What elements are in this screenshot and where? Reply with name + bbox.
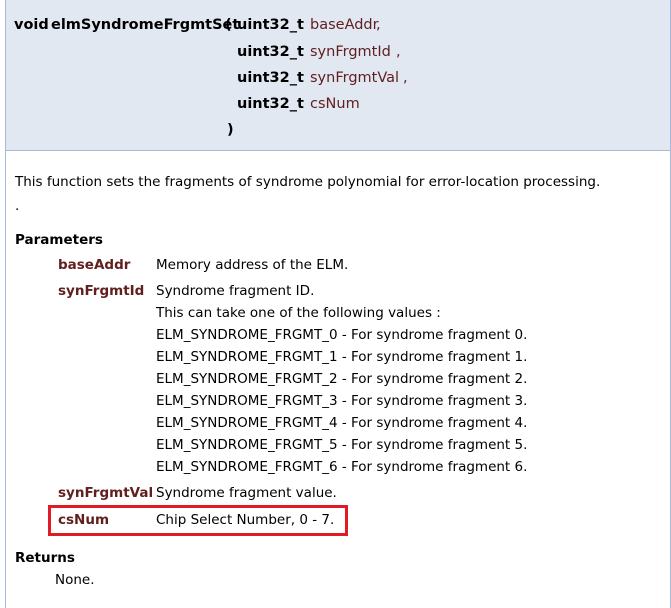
open-paren: (	[225, 17, 232, 33]
param-doc-desc: Syndrome fragment ID.	[156, 283, 315, 299]
param-doc-value: ELM_SYNDROME_FRGMT_4 - For syndrome frag…	[156, 415, 528, 431]
param-doc-desc: Memory address of the ELM.	[156, 257, 349, 273]
param-doc-value: ELM_SYNDROME_FRGMT_3 - For syndrome frag…	[156, 393, 528, 409]
returns-heading: Returns	[15, 550, 75, 566]
param-separator: ,	[396, 44, 401, 60]
param-doc-desc: This can take one of the following value…	[156, 305, 441, 321]
description-dot: .	[15, 198, 20, 214]
close-paren: )	[227, 122, 234, 138]
param-doc-name: synFrgmtVal	[58, 485, 154, 501]
highlight-box	[48, 505, 348, 536]
return-type: void	[14, 17, 49, 33]
param-type: uint32_t	[237, 96, 304, 112]
param-name-link[interactable]: synFrgmtVal	[310, 70, 399, 86]
param-doc-value: ELM_SYNDROME_FRGMT_5 - For syndrome frag…	[156, 437, 528, 453]
param-type: uint32_t	[237, 17, 304, 33]
returns-text: None.	[55, 572, 95, 588]
param-name-link[interactable]: csNum	[310, 96, 360, 112]
param-name-link[interactable]: synFrgmtId	[310, 44, 391, 60]
param-doc-desc: Syndrome fragment value.	[156, 485, 337, 501]
param-type: uint32_t	[237, 70, 304, 86]
param-doc-value: ELM_SYNDROME_FRGMT_0 - For syndrome frag…	[156, 327, 528, 343]
param-type: uint32_t	[237, 44, 304, 60]
function-description: This function sets the fragments of synd…	[15, 174, 601, 190]
param-name-link[interactable]: baseAddr	[310, 17, 379, 33]
parameters-heading: Parameters	[15, 232, 103, 248]
param-doc-value: ELM_SYNDROME_FRGMT_1 - For syndrome frag…	[156, 349, 528, 365]
param-doc-name: baseAddr	[58, 257, 131, 273]
param-separator: ,	[403, 70, 408, 86]
function-name: elmSyndromeFrgmtSet	[51, 17, 240, 33]
param-doc-name: synFrgmtId	[58, 283, 145, 299]
param-separator: ,	[376, 17, 381, 33]
param-doc-value: ELM_SYNDROME_FRGMT_6 - For syndrome frag…	[156, 459, 528, 475]
param-doc-value: ELM_SYNDROME_FRGMT_2 - For syndrome frag…	[156, 371, 528, 387]
